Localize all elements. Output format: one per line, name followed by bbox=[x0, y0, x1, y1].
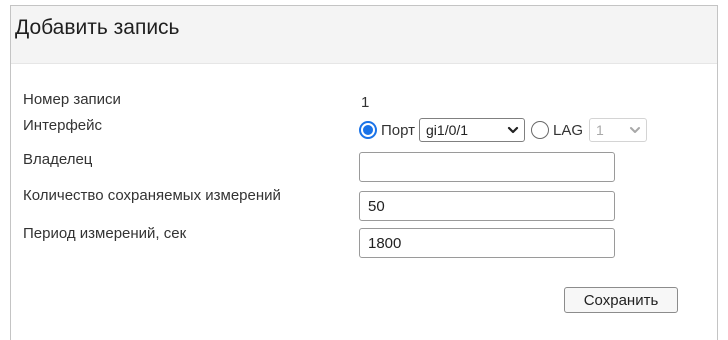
interface-selector: Порт gi1/0/1 LAG 1 bbox=[359, 117, 648, 143]
port-radio[interactable] bbox=[359, 121, 377, 139]
add-record-dialog: Добавить запись Номер записи 1 Интерфейс… bbox=[10, 5, 718, 340]
lag-radio-label: LAG bbox=[553, 121, 584, 139]
stored-measurements-field[interactable] bbox=[359, 191, 615, 221]
port-select-value: gi1/0/1 bbox=[426, 122, 469, 138]
record-number-value: 1 bbox=[361, 94, 370, 111]
dialog-header: Добавить запись bbox=[11, 6, 717, 64]
stored-measurements-label: Количество сохраняемых измерений bbox=[23, 187, 281, 204]
chevron-down-icon bbox=[630, 127, 641, 133]
owner-field[interactable] bbox=[359, 152, 615, 182]
save-button[interactable]: Сохранить bbox=[564, 287, 678, 313]
measurement-period-label: Период измерений, сек bbox=[23, 225, 187, 242]
dialog-title: Добавить запись bbox=[15, 16, 180, 39]
owner-label: Владелец bbox=[23, 151, 93, 168]
interface-label: Интерфейс bbox=[23, 117, 103, 134]
record-number-label: Номер записи bbox=[23, 91, 121, 108]
chevron-down-icon bbox=[507, 126, 519, 134]
port-select[interactable]: gi1/0/1 bbox=[419, 118, 526, 142]
measurement-period-field[interactable] bbox=[359, 228, 615, 258]
lag-select[interactable]: 1 bbox=[589, 118, 648, 142]
lag-radio[interactable] bbox=[531, 121, 550, 139]
port-radio-label: Порт bbox=[381, 121, 416, 139]
lag-select-value: 1 bbox=[596, 122, 604, 138]
